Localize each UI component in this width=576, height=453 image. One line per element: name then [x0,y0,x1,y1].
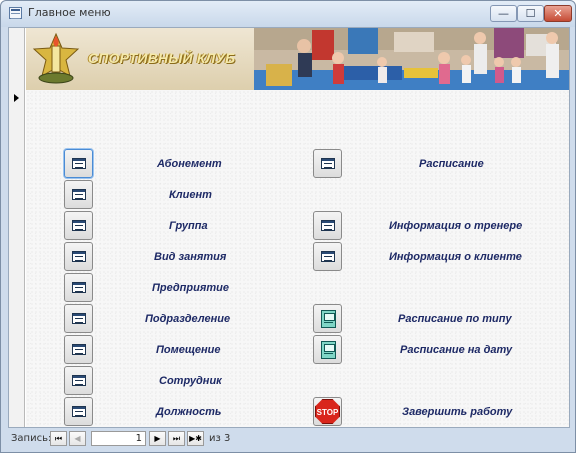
club-banner: СПОРТИВНЫЙ КЛУБ [26,28,254,90]
last-record-button[interactable]: ⏭ [168,431,185,446]
report-icon [321,310,336,328]
record-label: Запись: [11,433,52,444]
open-schedule-by-date-button[interactable] [313,335,342,364]
menu-label-abonement: Абонемент [157,158,222,170]
menu-label-schedule-by-type: Расписание по типу [398,313,512,325]
maximize-button[interactable]: ☐ [517,5,544,22]
form-icon [72,282,86,293]
main-window: Главное меню — ☐ ✕ СПОРТИВНЫЙ КЛУБ Абоне… [0,0,576,453]
menu-label-trainer-info: Информация о тренере [389,220,523,232]
menu-label-activity-type: Вид занятия [154,251,227,263]
form-icon [321,220,335,231]
form-icon [321,158,335,169]
open-department-button[interactable] [64,304,93,333]
open-trainer-info-button[interactable] [313,211,342,240]
menu-label-room: Помещение [156,344,221,356]
open-abonement-button[interactable] [64,149,93,178]
form-icon [72,375,86,386]
menu-label-position: Должность [156,406,222,418]
record-total: из 3 [209,433,231,444]
first-record-button[interactable]: ⏮ [50,431,67,446]
menu-label-employee: Сотрудник [159,375,222,387]
current-record-arrow-icon [14,94,19,102]
form-icon [72,406,86,417]
form-icon [72,313,86,324]
exit-button[interactable]: STOP [313,397,342,426]
open-employee-button[interactable] [64,366,93,395]
open-room-button[interactable] [64,335,93,364]
window-title: Главное меню [28,6,111,19]
form-icon [321,251,335,262]
open-enterprise-button[interactable] [64,273,93,302]
form-header: СПОРТИВНЫЙ КЛУБ [26,28,569,90]
record-navigator: Запись: ⏮ ◀ 1 ▶ ⏭ ▶✱ из 3 [8,429,570,451]
club-photo [254,28,569,90]
menu-label-enterprise: Предприятие [152,282,229,294]
menu-label-department: Подразделение [145,313,231,325]
open-schedule-by-type-button[interactable] [313,304,342,333]
form-icon [72,251,86,262]
new-record-button[interactable]: ▶✱ [187,431,204,446]
close-button[interactable]: ✕ [544,5,572,22]
menu-label-schedule: Расписание [419,158,484,170]
form-icon [72,344,86,355]
menu-label-client-info: Информация о клиенте [389,251,522,263]
form-icon [72,158,86,169]
stop-icon: STOP [315,399,340,424]
report-icon [321,341,336,359]
form-icon [72,220,86,231]
open-client-button[interactable] [64,180,93,209]
menu-label-group: Группа [169,220,208,232]
previous-record-button[interactable]: ◀ [69,431,86,446]
record-selector[interactable] [9,28,25,427]
open-schedule-button[interactable] [313,149,342,178]
form-icon [72,189,86,200]
menu-label-schedule-by-date: Расписание на дату [400,344,513,356]
club-title: СПОРТИВНЫЙ КЛУБ [88,50,236,66]
open-position-button[interactable] [64,397,93,426]
form-client-area: СПОРТИВНЫЙ КЛУБ Абонемент Клиент Группа … [8,27,570,428]
minimize-button[interactable]: — [490,5,517,22]
open-client-info-button[interactable] [313,242,342,271]
next-record-button[interactable]: ▶ [149,431,166,446]
title-bar: Главное меню — ☐ ✕ [1,1,575,27]
open-activity-type-button[interactable] [64,242,93,271]
menu-label-client: Клиент [169,189,212,201]
form-window-icon [9,7,22,19]
menu-label-exit: Завершить работу [402,406,513,418]
form-detail: Абонемент Клиент Группа Вид занятия Пред… [26,90,569,427]
open-group-button[interactable] [64,211,93,240]
club-emblem-icon [32,32,80,84]
current-record-field[interactable]: 1 [91,431,146,446]
